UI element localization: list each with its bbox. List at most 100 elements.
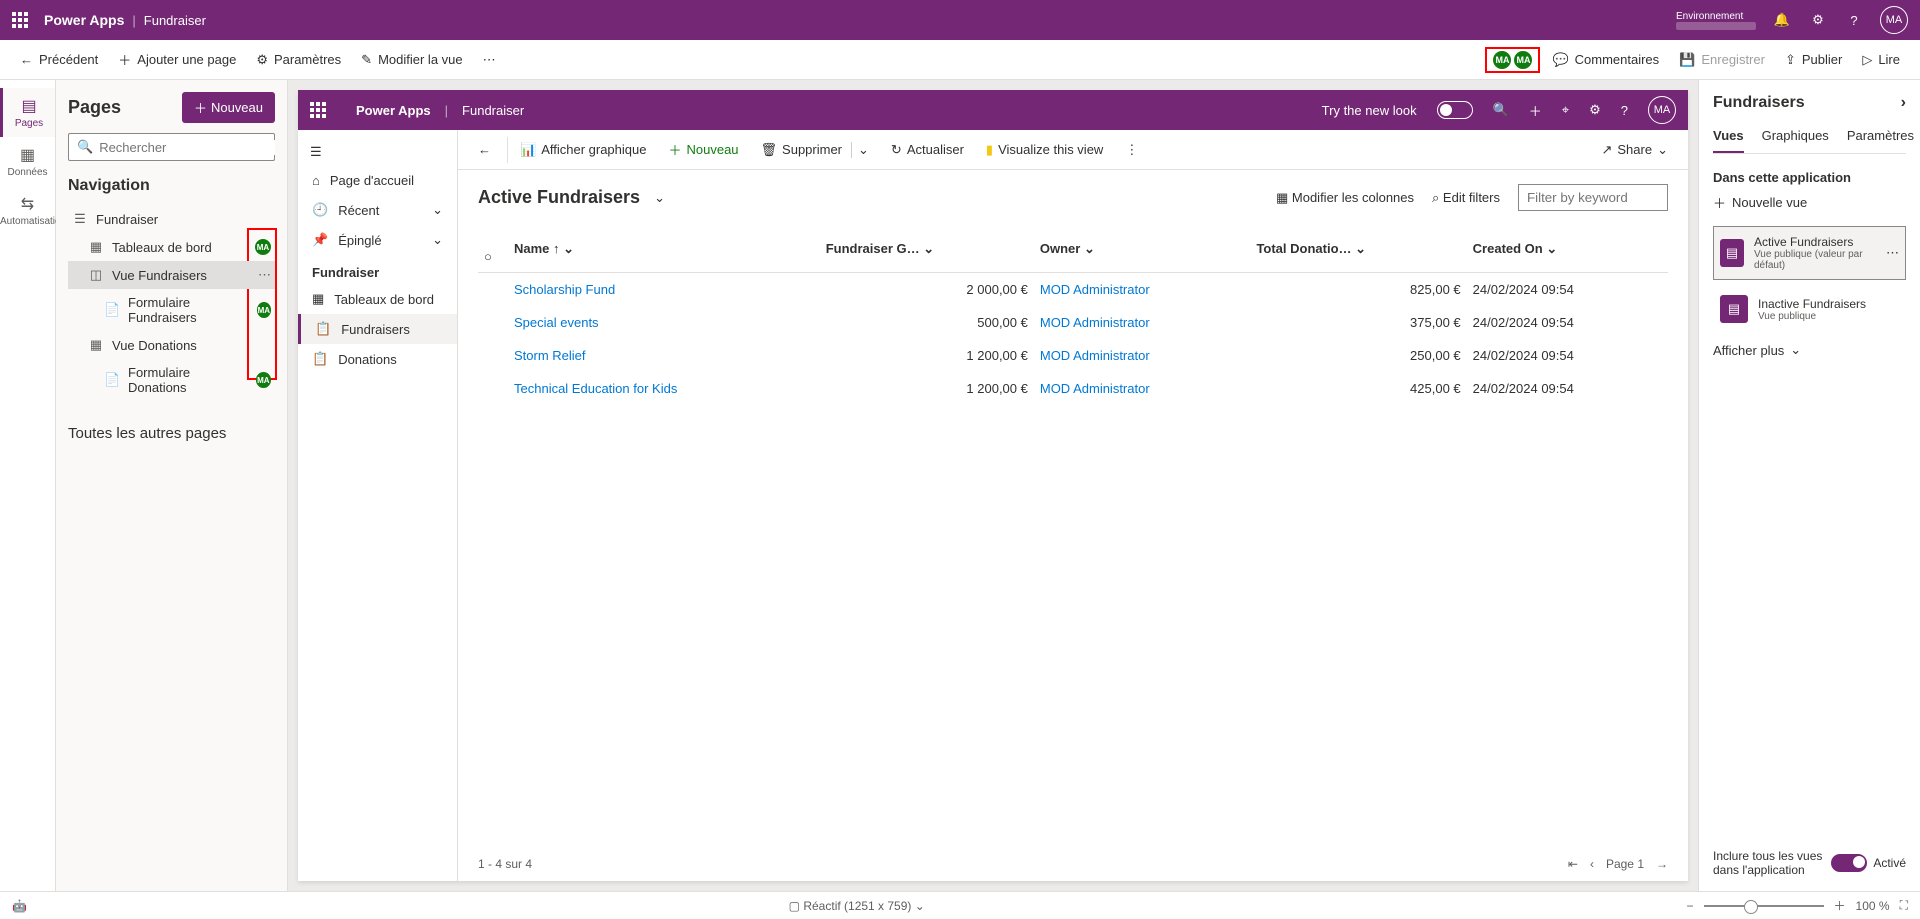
search-icon[interactable]: 🔍 (1493, 102, 1509, 118)
visualize-button[interactable]: ▮ Visualize this view (976, 137, 1113, 163)
record-link[interactable]: Storm Relief (508, 339, 820, 372)
try-new-toggle[interactable] (1437, 101, 1473, 119)
back-button[interactable]: ← Précédent (12, 48, 106, 71)
refresh-button[interactable]: ↻ Actualiser (881, 137, 974, 163)
help-icon[interactable]: ? (1844, 10, 1864, 30)
col-goal[interactable]: Fundraiser G… ⌄ (820, 225, 1034, 273)
col-created[interactable]: Created On ⌄ (1467, 225, 1668, 273)
app-launcher-icon[interactable] (12, 12, 28, 28)
prev-page-icon[interactable]: ‹ (1590, 857, 1594, 871)
navigation-heading: Navigation (68, 177, 275, 195)
owner-link[interactable]: MOD Administrator (1034, 306, 1251, 339)
next-page-icon[interactable]: → (1656, 857, 1668, 871)
chevron-down-icon[interactable]: ⌄ (654, 190, 665, 206)
zoom-out-icon[interactable]: − (1687, 899, 1694, 913)
add-page-button[interactable]: ＋ Ajouter une page (110, 46, 244, 73)
avatar[interactable]: MA (1880, 6, 1908, 34)
new-page-button[interactable]: ＋ Nouveau (182, 92, 275, 123)
comments-button[interactable]: 💬 Commentaires (1544, 48, 1667, 72)
preview-launcher-icon[interactable] (310, 102, 326, 118)
ellipsis-icon[interactable]: ⋯ (258, 267, 271, 283)
col-name[interactable]: Name ↑ ⌄ (508, 225, 820, 273)
delete-button[interactable]: 🗑 Supprimer ⌄ (751, 137, 879, 163)
pnav-fundraisers[interactable]: 📋 Fundraisers (298, 314, 457, 344)
presence-badge: MA (256, 372, 271, 388)
first-page-icon[interactable]: ⇤ (1568, 857, 1578, 871)
nav-form-fundraisers[interactable]: 📄Formulaire FundraisersMA (68, 289, 275, 331)
feedback-icon[interactable]: 🤖 (12, 899, 27, 913)
rail-automation[interactable]: ⇆Automatisation (0, 186, 55, 235)
edit-filters-button[interactable]: ⌕ Edit filters (1432, 190, 1500, 206)
view-title[interactable]: Active Fundraisers (478, 187, 640, 208)
responsive-label[interactable]: ▢ Réactif (1251 x 759) ⌄ (789, 899, 925, 913)
search-field[interactable] (99, 140, 275, 155)
pnav-dashboards[interactable]: ▦ Tableaux de bord (298, 284, 457, 314)
expand-icon[interactable]: › (1901, 94, 1906, 112)
nav-form-donations[interactable]: 📄Formulaire DonationsMA (68, 359, 275, 401)
show-chart-button[interactable]: 📊 Afficher graphique (507, 137, 656, 163)
pnav-donations[interactable]: 📋 Donations (298, 344, 457, 374)
edit-columns-button[interactable]: ▦ Modifier les colonnes (1276, 190, 1414, 206)
edit-view-button[interactable]: ✎ Modifier la vue (353, 48, 470, 72)
hamburger-icon[interactable]: ☰ (298, 138, 457, 166)
gear-icon[interactable]: ⚙ (1808, 10, 1828, 30)
zoom-in-icon[interactable]: ＋ (1834, 897, 1846, 914)
tab-params[interactable]: Paramètres (1847, 128, 1914, 153)
form-icon: 📄 (104, 372, 120, 388)
more-icon[interactable]: ⋯ (475, 48, 504, 72)
record-link[interactable]: Special events (508, 306, 820, 339)
pnav-pinned[interactable]: 📌 Épinglé⌄ (298, 225, 457, 255)
plus-icon[interactable]: ＋ (1529, 101, 1542, 120)
owner-link[interactable]: MOD Administrator (1034, 372, 1251, 405)
show-more-button[interactable]: Afficher plus ⌄ (1713, 332, 1906, 368)
owner-link[interactable]: MOD Administrator (1034, 273, 1251, 307)
include-all-toggle[interactable] (1831, 854, 1867, 872)
record-link[interactable]: Scholarship Fund (508, 273, 820, 307)
rail-data[interactable]: ▦Données (0, 137, 55, 186)
record-link[interactable]: Technical Education for Kids (508, 372, 820, 405)
nav-vue-donations[interactable]: ▦Vue Donations (68, 331, 275, 359)
new-record-button[interactable]: ＋ Nouveau (658, 135, 748, 164)
table-row[interactable]: Technical Education for Kids1 200,00 €MO… (478, 372, 1668, 405)
pnav-home[interactable]: ⌂ Page d'accueil (298, 166, 457, 195)
play-button[interactable]: ▷ Lire (1854, 48, 1908, 72)
zoom-slider[interactable] (1704, 905, 1824, 907)
preview-avatar[interactable]: MA (1648, 96, 1676, 124)
fit-icon[interactable]: ⛶ (1900, 898, 1908, 913)
help-icon[interactable]: ? (1621, 103, 1628, 118)
tab-views[interactable]: Vues (1713, 128, 1744, 153)
presence-badge: MA (257, 302, 271, 318)
view-item-active[interactable]: ▤ Active FundraisersVue publique (valeur… (1713, 226, 1906, 280)
nav-dashboards[interactable]: ▦Tableaux de bordMA (68, 233, 275, 261)
table-row[interactable]: Special events500,00 €MOD Administrator3… (478, 306, 1668, 339)
nav-fundraiser[interactable]: ☰Fundraiser (68, 205, 275, 233)
col-owner[interactable]: Owner ⌄ (1034, 225, 1251, 273)
overflow-icon[interactable]: ⋮ (1115, 137, 1148, 163)
publish-button[interactable]: ⇪ Publier (1777, 48, 1850, 72)
chevron-down-icon[interactable]: ⌄ (851, 142, 869, 158)
presence-group: MA MA (1485, 47, 1540, 73)
enabled-label: Activé (1873, 856, 1906, 870)
bell-icon[interactable]: 🔔 (1772, 10, 1792, 30)
pnav-recent[interactable]: 🕘 Récent⌄ (298, 195, 457, 225)
environment-picker[interactable]: Environnement (1676, 11, 1756, 30)
col-total[interactable]: Total Donatio… ⌄ (1250, 225, 1466, 273)
filter-input[interactable] (1518, 184, 1668, 211)
settings-button[interactable]: ⚙ Paramètres (248, 48, 349, 72)
rail-pages[interactable]: ▤Pages (0, 88, 55, 137)
gear-icon[interactable]: ⚙ (1589, 102, 1601, 118)
ellipsis-icon[interactable]: ⋯ (1886, 245, 1899, 261)
back-icon[interactable]: ← (468, 137, 501, 162)
shapes-icon: ◫ (88, 267, 104, 283)
filter-icon[interactable]: ⌖ (1562, 102, 1569, 118)
new-view-button[interactable]: ＋ Nouvelle vue (1713, 185, 1906, 220)
table-row[interactable]: Scholarship Fund2 000,00 €MOD Administra… (478, 273, 1668, 307)
table-icon: ▦ (0, 145, 55, 165)
owner-link[interactable]: MOD Administrator (1034, 339, 1251, 372)
share-button[interactable]: ↗ Share ⌄ (1591, 137, 1678, 163)
view-item-inactive[interactable]: ▤ Inactive FundraisersVue publique (1713, 286, 1906, 332)
tab-charts[interactable]: Graphiques (1762, 128, 1829, 153)
search-input[interactable]: 🔍 (68, 133, 275, 161)
table-row[interactable]: Storm Relief1 200,00 €MOD Administrator2… (478, 339, 1668, 372)
nav-vue-fundraisers[interactable]: ◫Vue Fundraisers⋯ (68, 261, 275, 289)
